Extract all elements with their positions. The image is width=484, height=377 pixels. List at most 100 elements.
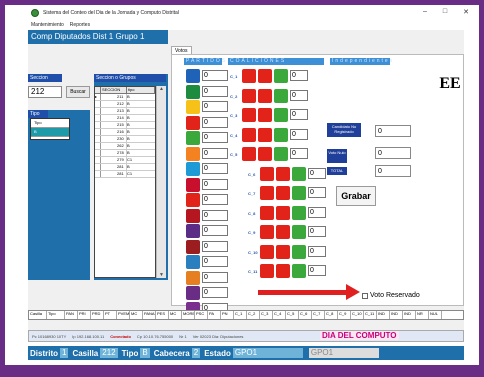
votos-panel: PARTIDOS COALICIONES Independientes EE 0… [171,54,464,316]
coalition-vote-input[interactable]: 0 [308,187,326,198]
results-column-header[interactable]: C_2 [247,311,260,319]
menu-reportes[interactable]: Reportes [70,22,90,30]
results-column-header[interactable]: IND [390,311,403,319]
results-column-header[interactable]: PT [104,311,117,319]
party-vote-input[interactable]: 0 [202,85,228,97]
party-vote-input[interactable]: 0 [202,116,228,128]
party-vote-input[interactable]: 0 [202,132,228,143]
coalition-party-icon [276,166,290,181]
results-column-header[interactable]: PES [156,311,169,319]
coalition-vote-input[interactable]: 0 [308,265,326,276]
results-column-header[interactable]: C_10 [351,311,364,319]
minimize-button[interactable]: – [423,8,427,16]
party-vote-input[interactable]: 0 [202,101,228,112]
coalition-vote-input[interactable]: 0 [308,226,326,237]
results-column-header[interactable]: C_7 [312,311,325,319]
results-column-header[interactable]: C_1 [234,311,247,319]
tipo-list[interactable]: Tipo B [30,118,70,140]
info-conectado: Conectado [110,333,131,339]
results-column-header[interactable]: Tipo [47,311,65,319]
results-column-header[interactable]: Casilla [29,311,47,319]
results-column-header[interactable]: PRD [91,311,104,319]
results-column-header[interactable]: MC [130,311,143,319]
results-column-header[interactable]: C_8 [325,311,338,319]
coalition-vote-input[interactable]: 0 [290,128,308,140]
coalition-vote-input[interactable]: 0 [290,109,308,120]
coalition-party-icon [258,127,272,142]
grabar-button[interactable]: Grabar [336,186,376,206]
results-column-header[interactable]: C_4 [273,311,286,319]
party-vote-input[interactable]: 0 [202,147,228,159]
coalition-vote-input[interactable]: 0 [308,245,326,257]
seccion-input[interactable]: 212 [28,86,62,98]
tipo-label: Tipo [28,110,48,118]
results-column-header[interactable]: PAN [65,311,78,319]
party-vote-input[interactable]: 0 [202,240,228,252]
results-column-header[interactable]: MORENA [182,311,195,319]
party-vote-input[interactable]: 0 [202,271,228,283]
coalition-vote-input[interactable]: 0 [290,89,308,101]
seccion-row[interactable]: 212 B [95,101,155,108]
results-column-header[interactable]: IND [377,311,390,319]
party-vote-input[interactable]: 0 [202,163,228,174]
results-column-header[interactable]: PA [208,311,221,319]
results-column-header[interactable]: C_11 [364,311,377,319]
buscar-button[interactable]: Buscar [66,86,90,98]
results-column-header[interactable]: MC [169,311,182,319]
seccion-row[interactable]: 215 B [95,122,155,129]
close-button[interactable]: ✕ [463,8,469,16]
party-vote-input[interactable]: 0 [202,209,228,221]
seccion-row[interactable]: 279 C1 [95,157,155,164]
coalition-vote-input[interactable]: 0 [290,148,308,159]
results-column-header[interactable]: NUL [429,311,442,319]
col-coaliciones: COALICIONES [228,58,324,65]
seccion-row[interactable]: 230 B [95,136,155,143]
secciones-scrollbar[interactable]: ▲ ▼ [156,86,166,278]
menu-mantenimiento[interactable]: Mantenimiento [31,22,64,30]
results-column-header[interactable]: C_5 [286,311,299,319]
results-column-header[interactable]: PVEM [117,311,130,319]
secciones-grid[interactable]: SECCION tipo ▸ 211 B 212 B 213 B 214 B 215 B 216 B 23… [94,86,156,278]
party-vote-input[interactable]: 0 [202,70,228,81]
results-column-header[interactable]: IND [403,311,416,319]
checkbox-icon[interactable] [362,292,368,299]
results-column-header[interactable]: C_9 [338,311,351,319]
party-vote-input[interactable]: 0 [202,287,228,298]
tipo-option[interactable]: Tipo [31,119,69,128]
seccion-row[interactable]: 278 B [95,150,155,157]
party-vote-input[interactable]: 0 [202,225,228,236]
seccion-row[interactable]: 213 B [95,108,155,115]
ieee-logo: EE [439,75,461,101]
tipo-option-selected[interactable]: B [31,128,69,137]
seccion-row[interactable]: 281 B [95,164,155,171]
results-column-header[interactable]: C_3 [260,311,273,319]
results-column-header[interactable]: NR [416,311,429,319]
candidato-no-registrado-input[interactable]: 0 [375,125,411,137]
scroll-up-icon[interactable]: ▲ [157,86,166,92]
voto-nulo-input[interactable]: 0 [375,147,411,159]
seccion-cell: 279 [101,157,127,163]
coalition-vote-input[interactable]: 0 [290,70,308,81]
seccion-row[interactable]: 262 B [95,143,155,150]
seccion-row[interactable]: ▸ 211 B [95,94,155,101]
seccion-row[interactable]: 214 B [95,115,155,122]
results-column-header[interactable]: C_6 [299,311,312,319]
coalition-vote-input[interactable]: 0 [308,167,326,179]
tipo-cell: B [127,129,130,134]
resultados-grid-header[interactable]: Casilla Tipo PAN PRI PRD PT PVEM MC PANAL PES MC MO… [28,310,464,320]
party-logo-icon [186,115,200,130]
seccion-row[interactable]: 281 C1 [95,171,155,178]
results-column-header[interactable]: PRI [78,311,91,319]
party-logo-icon [186,177,200,192]
results-column-header[interactable]: PSC [195,311,208,319]
maximize-button[interactable]: □ [443,8,447,16]
party-vote-input[interactable]: 0 [202,256,228,267]
scroll-down-icon[interactable]: ▼ [157,272,166,278]
coalition-vote-input[interactable]: 0 [308,206,326,218]
results-column-header[interactable]: PANAL [143,311,156,319]
party-vote-input[interactable]: 0 [202,178,228,190]
seccion-row[interactable]: 216 B [95,129,155,136]
results-column-header[interactable]: PN [221,311,234,319]
voto-reservado-checkbox[interactable]: Voto Reservado [362,292,420,299]
party-vote-input[interactable]: 0 [202,194,228,205]
